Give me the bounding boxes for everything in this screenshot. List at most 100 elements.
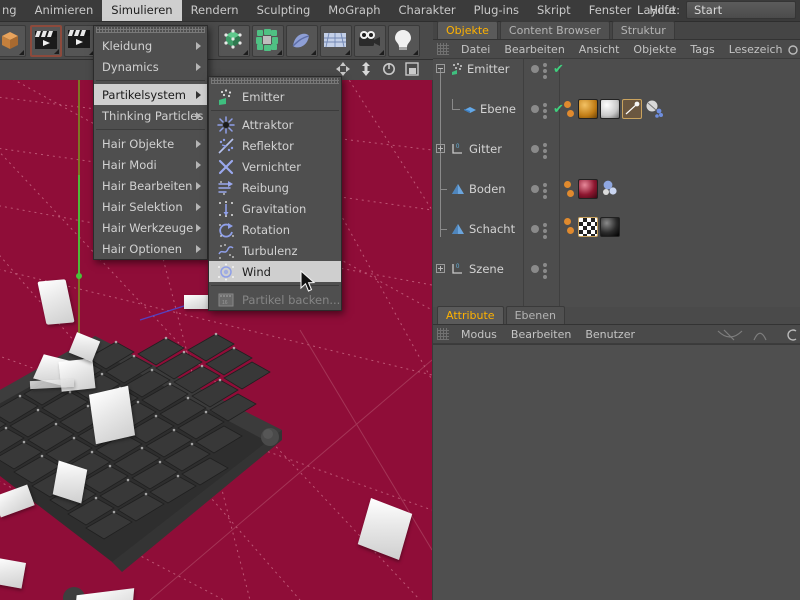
enabled-check-icon[interactable]: ✔ [553, 103, 564, 116]
menu-item-kleidung[interactable]: Kleidung [94, 35, 207, 56]
menu-simulieren[interactable]: Simulieren [102, 0, 182, 21]
render-view-icon[interactable] [30, 25, 62, 57]
move-icon[interactable] [336, 62, 350, 76]
om-menu-datei[interactable]: Datei [454, 43, 497, 56]
enabled-check-icon[interactable]: ✔ [553, 63, 564, 76]
menu-item-hair-objekte[interactable]: Hair Objekte [94, 133, 207, 154]
panel-more-icon[interactable] [788, 45, 798, 55]
om-menu-bearbeiten[interactable]: Bearbeiten [497, 43, 571, 56]
menu-charakter[interactable]: Charakter [390, 0, 465, 21]
layout-dropdown[interactable]: Start [686, 1, 796, 19]
menu-item-vernichter[interactable]: Vernichter [209, 156, 341, 177]
tab-content-browser[interactable]: Content Browser [499, 21, 610, 39]
am-menu-modus[interactable]: Modus [454, 328, 504, 341]
menu-item-attraktor[interactable]: Attraktor [209, 114, 341, 135]
menu-item-wind[interactable]: Wind [209, 261, 341, 282]
table-row[interactable]: 0 Szene [433, 259, 800, 279]
menu-skript[interactable]: Skript [528, 0, 580, 21]
visibility-dots[interactable] [543, 223, 547, 239]
om-menu-tags[interactable]: Tags [683, 43, 721, 56]
table-row[interactable]: Emitter ✔ [433, 59, 800, 79]
menu-fenster[interactable]: Fenster [580, 0, 641, 21]
undo-cube-icon[interactable] [0, 25, 26, 57]
visibility-dot[interactable] [531, 265, 539, 273]
light-icon[interactable] [388, 25, 420, 57]
menu-item-rotation[interactable]: Rotation [209, 219, 341, 240]
menu-item-emitter[interactable]: Emitter [209, 86, 341, 107]
material-tag[interactable] [600, 217, 620, 237]
cube-primitive-icon[interactable] [218, 25, 250, 57]
nurbs-icon[interactable] [286, 25, 318, 57]
am-menu-benutzer[interactable]: Benutzer [578, 328, 642, 341]
dynamics-tag[interactable] [644, 99, 664, 119]
visibility-dots[interactable] [543, 263, 547, 279]
expander-plus-icon[interactable] [436, 144, 445, 153]
menu-item-turbulenz[interactable]: Turbulenz [209, 240, 341, 261]
tag-dot[interactable] [564, 181, 571, 188]
menu-item-thinking-particles[interactable]: Thinking Particles [94, 105, 207, 126]
visibility-dot[interactable] [531, 105, 539, 113]
menu-tear-grip[interactable] [96, 27, 205, 33]
visibility-dots[interactable] [543, 183, 547, 199]
visibility-dot[interactable] [531, 65, 539, 73]
table-row[interactable]: 0 Gitter [433, 139, 800, 159]
menu-item-gravitation[interactable]: Gravitation [209, 198, 341, 219]
menu-item-hair-bearbeiten[interactable]: Hair Bearbeiten [94, 175, 207, 196]
om-menu-ansicht[interactable]: Ansicht [572, 43, 627, 56]
menu-item-dynamics[interactable]: Dynamics [94, 56, 207, 77]
material-tag[interactable] [578, 99, 598, 119]
partikelsystem-submenu[interactable]: Emitter Attraktor Reflektor Vernichter R… [208, 76, 342, 311]
menu-animieren-partial[interactable]: ng [0, 0, 26, 21]
menu-mograph[interactable]: MoGraph [319, 0, 389, 21]
simulieren-dropdown-menu[interactable]: Kleidung Dynamics Partikelsystem Thinkin… [93, 25, 208, 260]
camera-icon[interactable] [354, 25, 386, 57]
om-menu-objekte[interactable]: Objekte [626, 43, 683, 56]
frame-icon[interactable] [405, 62, 419, 76]
tag-dot[interactable] [567, 190, 574, 197]
dynamics-tag[interactable] [600, 179, 620, 199]
table-row[interactable]: Boden [433, 179, 800, 199]
tab-attribute[interactable]: Attribute [437, 306, 504, 324]
material-tag-checker[interactable] [578, 217, 598, 237]
am-menu-bearbeiten[interactable]: Bearbeiten [504, 328, 578, 341]
panel-more-icon[interactable] [786, 329, 798, 341]
material-tag[interactable] [578, 179, 598, 199]
table-row[interactable]: Ebene ✔ [433, 99, 800, 119]
rotate-icon[interactable] [382, 62, 396, 76]
tab-objekte[interactable]: Objekte [437, 21, 498, 39]
menu-item-partikelsystem[interactable]: Partikelsystem [94, 84, 207, 105]
table-row[interactable]: Schacht [433, 217, 800, 239]
menu-item-hair-werkzeuge[interactable]: Hair Werkzeuge [94, 217, 207, 238]
drag-grip-icon[interactable] [437, 328, 449, 340]
object-manager[interactable]: Emitter ✔ Ebene ✔ 0 Gitter Boden Schacht… [433, 59, 800, 307]
visibility-dots[interactable] [543, 63, 547, 79]
visibility-dots[interactable] [543, 143, 547, 159]
material-tag[interactable] [600, 99, 620, 119]
visibility-dot[interactable] [531, 185, 539, 193]
render-to-picture-icon[interactable] [64, 25, 96, 57]
tab-ebenen[interactable]: Ebenen [505, 306, 565, 324]
hair-strand-icons[interactable] [716, 327, 776, 343]
menu-item-hair-modi[interactable]: Hair Modi [94, 154, 207, 175]
texture-tag[interactable] [622, 99, 642, 119]
om-menu-lesezeichen[interactable]: Lesezeich [722, 43, 790, 56]
tag-dot[interactable] [567, 110, 574, 117]
visibility-dot[interactable] [531, 225, 539, 233]
menu-tear-grip[interactable] [211, 78, 339, 84]
menu-rendern[interactable]: Rendern [182, 0, 248, 21]
menu-item-reibung[interactable]: Reibung [209, 177, 341, 198]
menu-sculpting[interactable]: Sculpting [248, 0, 320, 21]
visibility-dots[interactable] [543, 103, 547, 119]
menu-plugins[interactable]: Plug-ins [465, 0, 528, 21]
expander-minus-icon[interactable] [436, 64, 445, 73]
tab-struktur[interactable]: Struktur [611, 21, 675, 39]
menu-animieren[interactable]: Animieren [26, 0, 103, 21]
mograph-cloner-icon[interactable] [252, 25, 284, 57]
menu-item-hair-selektion[interactable]: Hair Selektion [94, 196, 207, 217]
expander-plus-icon[interactable] [436, 264, 445, 273]
menu-item-hair-optionen[interactable]: Hair Optionen [94, 238, 207, 259]
scale-icon[interactable] [359, 62, 373, 76]
tag-dot[interactable] [564, 218, 571, 225]
menu-item-partikel-backen[interactable]: 16 Partikel backen... [209, 289, 341, 310]
tag-dot[interactable] [564, 101, 571, 108]
